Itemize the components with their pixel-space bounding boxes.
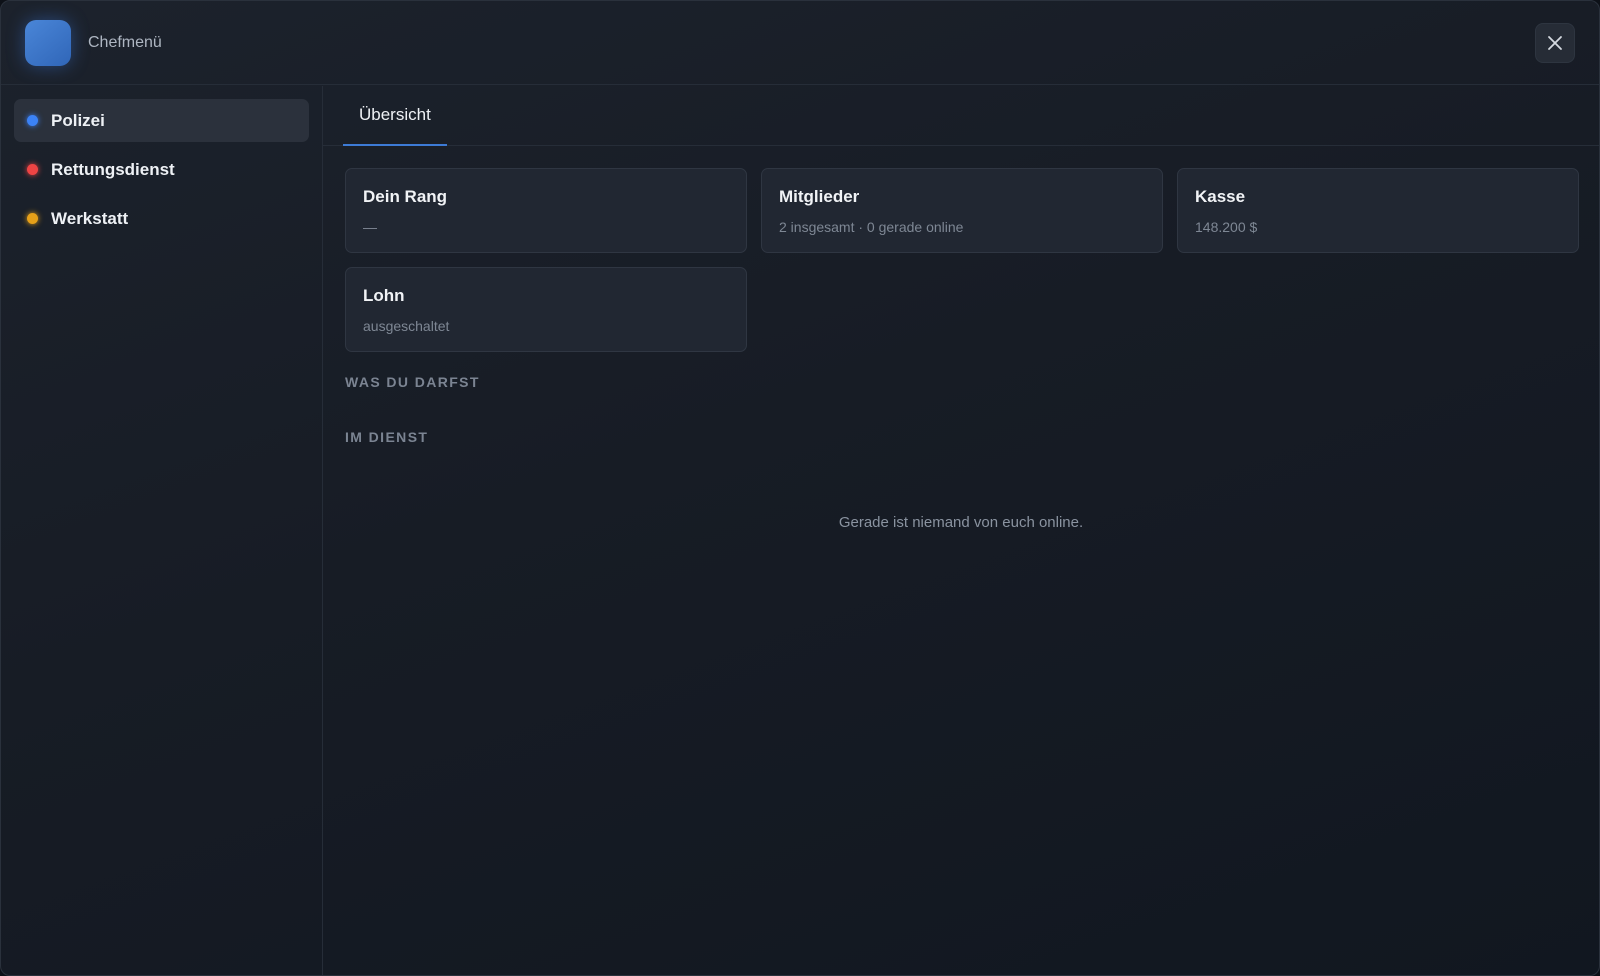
status-dot: [27, 115, 38, 126]
status-dot: [27, 213, 38, 224]
card-title: Lohn: [363, 286, 405, 305]
sidebar: Polizei Rettungsdienst Werkstatt: [1, 86, 323, 975]
card-title: Mitglieder: [779, 187, 860, 206]
section-on-duty-heading: IM DIENST: [345, 429, 429, 445]
tab-uebersicht[interactable]: Übersicht: [343, 86, 447, 146]
sidebar-item-label: Rettungsdienst: [51, 159, 175, 179]
section-permissions-heading: WAS DU DARFST: [345, 374, 480, 390]
header: Chefmenü: [1, 1, 1599, 85]
main-content: Übersicht Dein Rang — Mitglieder 2 insge…: [323, 86, 1599, 975]
card-value: 2 insgesamt · 0 gerade online: [779, 219, 964, 235]
sidebar-item-label: Polizei: [51, 110, 105, 130]
sidebar-item-polizei[interactable]: Polizei: [14, 99, 309, 142]
sidebar-item-rettungsdienst[interactable]: Rettungsdienst: [14, 148, 309, 191]
app-title: Chefmenü: [88, 34, 162, 51]
card-rank: Dein Rang —: [345, 168, 747, 253]
chef-menu-window: Chefmenü Polizei Rettungsdienst Werkstat…: [0, 0, 1600, 976]
status-dot: [27, 164, 38, 175]
card-cash: Kasse 148.200 $: [1177, 168, 1579, 253]
tab-bar: Übersicht: [323, 86, 1599, 146]
card-value: —: [363, 219, 377, 235]
card-wage: Lohn ausgeschaltet: [345, 267, 747, 352]
on-duty-empty-message: Gerade ist niemand von euch online.: [838, 514, 1084, 531]
close-button[interactable]: [1535, 23, 1575, 63]
close-icon: [1548, 36, 1562, 50]
app-logo: [25, 20, 71, 66]
card-members: Mitglieder 2 insgesamt · 0 gerade online: [761, 168, 1163, 253]
sidebar-item-werkstatt[interactable]: Werkstatt: [14, 197, 309, 240]
card-value: ausgeschaltet: [363, 318, 450, 334]
card-value: 148.200 $: [1195, 219, 1258, 235]
card-title: Kasse: [1195, 187, 1246, 206]
card-title: Dein Rang: [363, 187, 448, 206]
sidebar-item-label: Werkstatt: [51, 208, 129, 228]
